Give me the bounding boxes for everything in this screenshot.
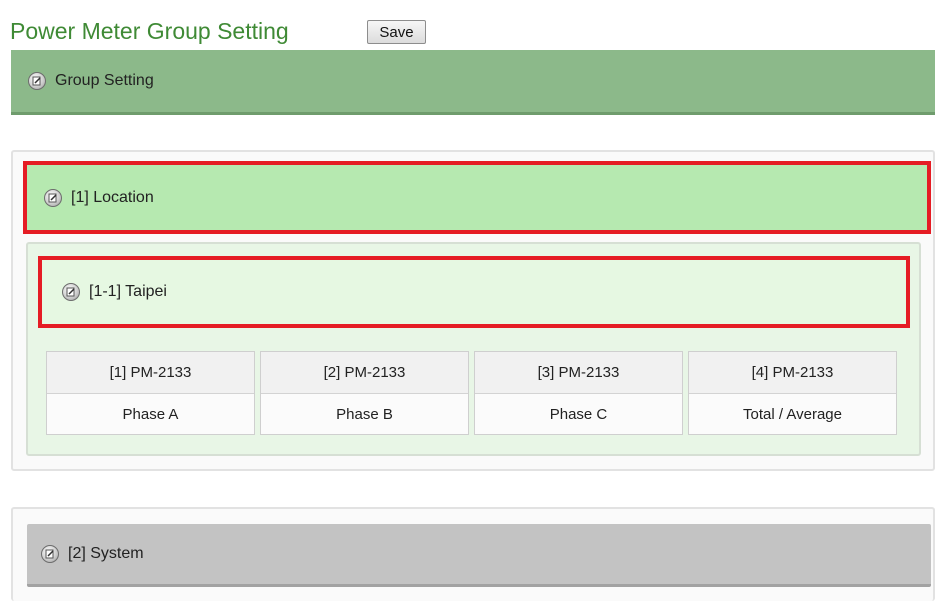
edit-icon[interactable] xyxy=(44,188,62,207)
location-label: [1] Location xyxy=(71,188,154,206)
meter-card[interactable]: [2] PM-2133 Phase B xyxy=(260,351,469,435)
meter-phase: Phase B xyxy=(336,406,393,423)
edit-icon[interactable] xyxy=(62,283,80,301)
meter-phase: Phase A xyxy=(122,406,179,423)
group-setting-label: Group Setting xyxy=(55,72,154,89)
meter-card[interactable]: [3] PM-2133 Phase C xyxy=(474,351,683,435)
taipei-group-bar[interactable]: [1-1] Taipei xyxy=(38,256,910,328)
taipei-label: [1-1] Taipei xyxy=(89,283,167,300)
meter-name: [4] PM-2133 xyxy=(689,352,896,394)
meter-name: [1] PM-2133 xyxy=(47,352,254,394)
group-setting-bar[interactable]: Group Setting xyxy=(11,50,935,115)
system-label: [2] System xyxy=(68,545,144,562)
page-title: Power Meter Group Setting xyxy=(10,18,289,44)
meter-card[interactable]: [4] PM-2133 Total / Average xyxy=(688,351,897,435)
system-group-bar[interactable]: [2] System xyxy=(27,524,931,587)
meter-phase: Total / Average xyxy=(743,406,842,423)
meter-card[interactable]: [1] PM-2133 Phase A xyxy=(46,351,255,435)
meter-name: [2] PM-2133 xyxy=(261,352,468,394)
meter-name: [3] PM-2133 xyxy=(475,352,682,394)
meter-phase: Phase C xyxy=(549,406,608,423)
location-group-bar[interactable]: [1] Location xyxy=(23,161,931,234)
edit-icon[interactable] xyxy=(28,72,46,90)
save-button[interactable]: Save xyxy=(367,20,426,44)
edit-icon[interactable] xyxy=(41,545,59,563)
